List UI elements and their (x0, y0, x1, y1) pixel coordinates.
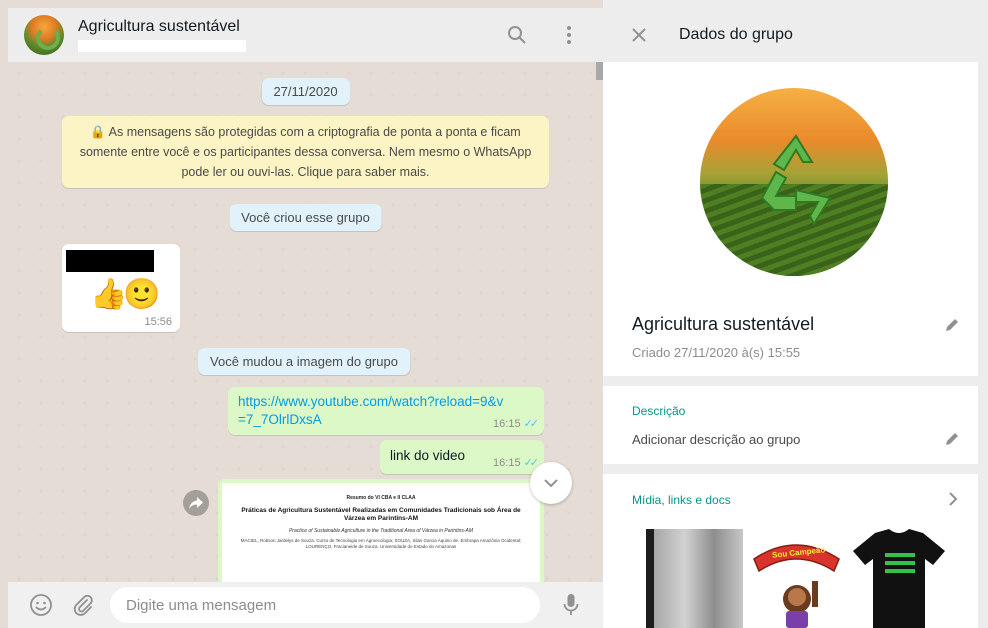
media-label: Mídia, links e docs (632, 493, 731, 507)
group-avatar[interactable] (24, 15, 64, 55)
message-list[interactable]: 27/11/2020 🔒 As mensagens são protegidas… (8, 62, 603, 589)
redacted-sender (66, 250, 154, 272)
chat-pane: Agricultura sustentável 27/11/2020 🔒 As … (0, 0, 603, 628)
message-text: link do video (390, 448, 466, 463)
system-message-image-changed: Você mudou a imagem do grupo (198, 348, 410, 375)
document-authors: MACIEL, Robson Jardelys de Souza. Curso … (240, 538, 522, 549)
document-preview[interactable]: Resumo do VI CBA e II CLAA Práticas de A… (222, 483, 540, 585)
media-links-docs-section[interactable]: Mídia, links e docs Sou Campeão (603, 474, 978, 628)
media-thumbnail-1[interactable] (646, 529, 743, 628)
lock-icon: 🔒 (90, 125, 109, 139)
emoji-icon[interactable] (26, 590, 56, 620)
document-header: Resumo do VI CBA e II CLAA (346, 495, 416, 501)
message-time: 16:15 (493, 418, 521, 430)
emoji-thumbs-smile: 👍🙂 (90, 278, 161, 311)
chat-title: Agricultura sustentável (78, 18, 240, 35)
chat-header[interactable]: Agricultura sustentável (8, 8, 603, 62)
chat-header-actions (497, 15, 589, 55)
whatsapp-web-window: Agricultura sustentável 27/11/2020 🔒 As … (0, 0, 988, 628)
double-check-icon: ✓✓ (523, 457, 540, 469)
system-message-group-created: Você criou esse grupo (229, 204, 382, 231)
scroll-down-button[interactable] (530, 462, 572, 504)
champion-sticker (753, 544, 840, 628)
group-created-date: Criado 27/11/2020 à(s) 15:55 (632, 345, 801, 360)
outgoing-text-message[interactable]: link do video 16:15 ✓✓ (380, 440, 544, 474)
message-composer (8, 582, 603, 628)
close-icon[interactable] (619, 15, 659, 55)
message-meta: 16:15 ✓✓ (493, 456, 540, 469)
recycle-icon (760, 134, 832, 227)
encryption-notice-text: As mensagens são protegidas com a cripto… (79, 125, 532, 179)
group-description-section[interactable]: Descrição Adicionar descrição ao grupo (603, 386, 978, 464)
media-thumbnail-2[interactable]: Sou Campeão (748, 529, 845, 628)
youtube-link[interactable]: https://www.youtube.com/watch?reload=9&v… (238, 393, 508, 429)
group-name: Agricultura sustentável (632, 314, 815, 334)
document-subtitle: Practice of Sustainable Agriculture in t… (288, 528, 474, 534)
date-divider: 27/11/2020 (261, 78, 350, 105)
description-label: Descrição (632, 404, 686, 418)
message-time: 16:15 (493, 457, 521, 469)
chat-header-info[interactable]: Agricultura sustentável (78, 18, 497, 52)
menu-kebab-icon[interactable] (549, 15, 589, 55)
message-input[interactable] (110, 587, 540, 623)
redacted-participants (78, 40, 246, 52)
outgoing-document-message[interactable]: Resumo do VI CBA e II CLAA Práticas de A… (218, 479, 544, 589)
message-meta: 16:15 ✓✓ (493, 417, 540, 430)
incoming-message[interactable]: 👍🙂 15:56 (62, 244, 180, 332)
group-photo[interactable] (700, 88, 888, 276)
encryption-notice[interactable]: 🔒 As mensagens são protegidas com a crip… (62, 116, 549, 188)
group-info-pane: Dados do grupo Agricultura sustentável C… (603, 0, 988, 628)
attach-icon[interactable] (68, 590, 98, 620)
edit-name-pencil-icon[interactable] (941, 314, 963, 336)
group-info-title: Dados do grupo (679, 26, 793, 43)
chat-scrollbar[interactable] (596, 62, 603, 80)
group-profile-section: Agricultura sustentável Criado 27/11/202… (603, 62, 978, 376)
chevron-right-icon[interactable] (942, 488, 964, 510)
search-icon[interactable] (497, 15, 537, 55)
microphone-icon[interactable] (556, 590, 586, 620)
double-check-icon: ✓✓ (523, 418, 540, 430)
black-tshirt-image (853, 529, 945, 628)
message-time: 15:56 (144, 316, 172, 328)
edit-description-pencil-icon[interactable] (941, 428, 963, 450)
chevron-down-icon (544, 479, 558, 488)
group-info-header: Dados do grupo (603, 0, 988, 62)
document-title: Práticas de Agricultura Sustentável Real… (241, 507, 521, 522)
forward-icon[interactable] (183, 490, 209, 516)
media-thumbnail-3[interactable] (851, 529, 948, 628)
outgoing-link-message[interactable]: https://www.youtube.com/watch?reload=9&v… (228, 387, 544, 435)
add-description-placeholder[interactable]: Adicionar descrição ao grupo (632, 432, 800, 447)
